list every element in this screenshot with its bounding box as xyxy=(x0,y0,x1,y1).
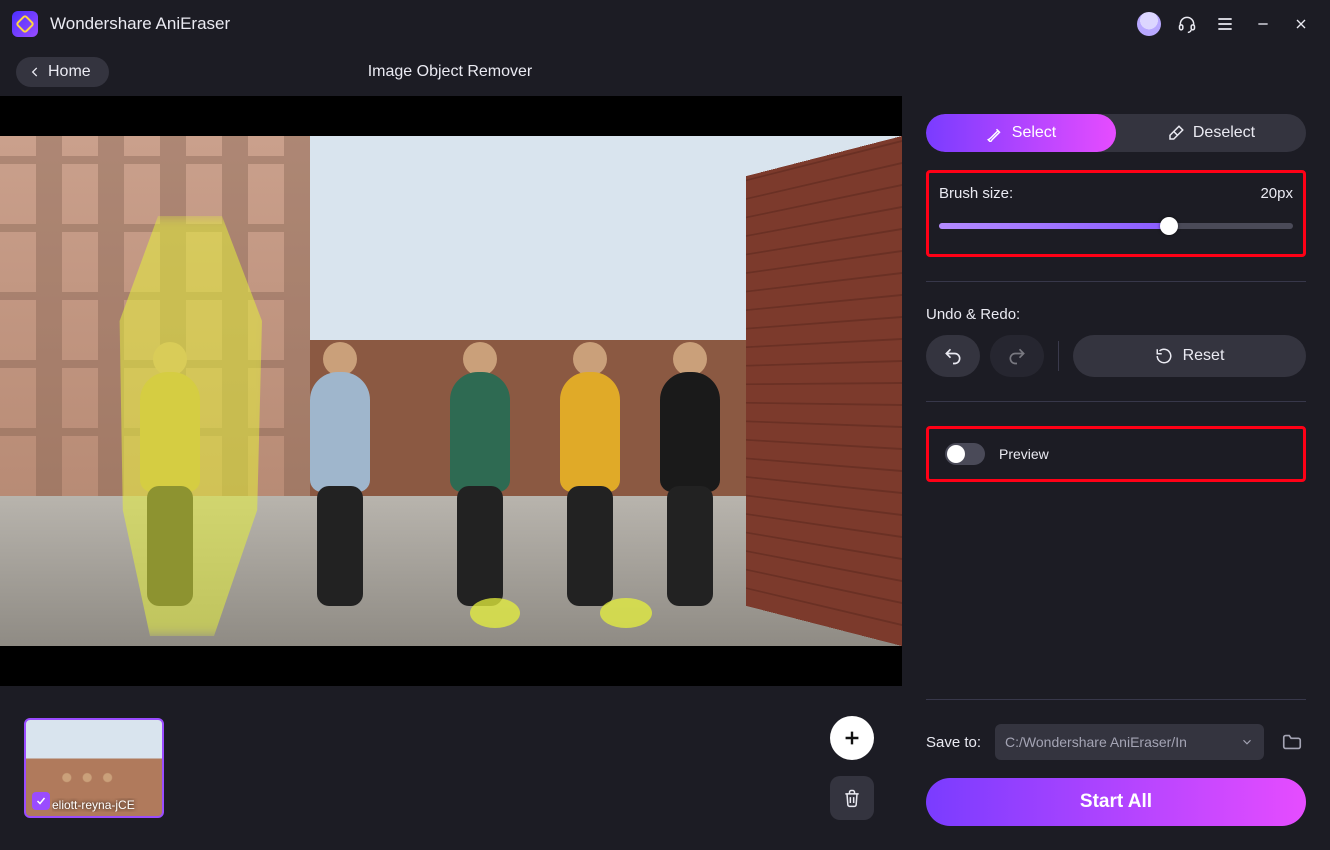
brush-size-highlight: Brush size: 20px xyxy=(926,170,1306,257)
reset-icon xyxy=(1155,347,1173,365)
close-icon xyxy=(1293,16,1309,32)
undo-redo-row: Reset xyxy=(926,335,1306,377)
slider-knob[interactable] xyxy=(1160,217,1178,235)
undo-button[interactable] xyxy=(926,335,980,377)
delete-image-button[interactable] xyxy=(830,776,874,820)
selection-spot xyxy=(470,598,520,628)
undo-icon xyxy=(943,346,963,366)
save-to-label: Save to: xyxy=(926,734,981,751)
chevron-down-icon xyxy=(1240,735,1254,749)
app-logo xyxy=(12,11,38,37)
home-button[interactable]: Home xyxy=(16,57,109,87)
preview-label: Preview xyxy=(999,446,1049,462)
brush-size-label: Brush size: xyxy=(939,185,1013,202)
slider-fill xyxy=(939,223,1169,229)
side-panel: Select Deselect Brush size: 20px Undo & … xyxy=(902,96,1330,850)
page-title: Image Object Remover xyxy=(0,63,900,81)
thumbnail-item[interactable]: eliott-reyna-jCE xyxy=(24,718,164,818)
mode-deselect-label: Deselect xyxy=(1193,124,1255,142)
app-name: Wondershare AniEraser xyxy=(50,14,230,34)
hamburger-icon xyxy=(1215,14,1235,34)
minimize-icon xyxy=(1255,16,1271,32)
reset-button[interactable]: Reset xyxy=(1073,335,1306,377)
trash-icon xyxy=(842,788,862,808)
save-path-select[interactable]: C:/Wondershare AniEraser/In xyxy=(995,724,1264,760)
avatar-button[interactable] xyxy=(1132,7,1166,41)
thumbnail-check[interactable] xyxy=(32,792,50,810)
preview-toggle[interactable] xyxy=(945,443,985,465)
support-button[interactable] xyxy=(1170,7,1204,41)
mode-select[interactable]: Select xyxy=(926,114,1116,152)
folder-icon xyxy=(1281,731,1303,753)
save-row: Save to: C:/Wondershare AniEraser/In xyxy=(926,724,1306,760)
headset-icon xyxy=(1177,14,1197,34)
selection-spot xyxy=(600,598,652,628)
menu-button[interactable] xyxy=(1208,7,1242,41)
workspace: eliott-reyna-jCE xyxy=(0,96,902,850)
avatar-icon xyxy=(1137,12,1161,36)
plus-icon xyxy=(841,727,863,749)
brush-icon xyxy=(986,124,1004,142)
brush-size-value: 20px xyxy=(1260,185,1293,202)
titlebar: Wondershare AniEraser xyxy=(0,0,1330,48)
mode-deselect[interactable]: Deselect xyxy=(1116,114,1306,152)
mode-segment: Select Deselect xyxy=(926,114,1306,152)
check-icon xyxy=(35,795,47,807)
mode-select-label: Select xyxy=(1012,124,1056,142)
reset-label: Reset xyxy=(1183,347,1225,365)
preview-highlight: Preview xyxy=(926,426,1306,482)
toolbar: Home Image Object Remover xyxy=(0,48,1330,96)
browse-folder-button[interactable] xyxy=(1278,728,1306,756)
save-path-value: C:/Wondershare AniEraser/In xyxy=(1005,734,1187,750)
start-all-button[interactable]: Start All xyxy=(926,778,1306,826)
canvas-area[interactable] xyxy=(0,96,902,686)
thumbnail-strip: eliott-reyna-jCE xyxy=(0,686,902,850)
window-close[interactable] xyxy=(1284,7,1318,41)
redo-button[interactable] xyxy=(990,335,1044,377)
canvas-image xyxy=(0,136,902,646)
redo-icon xyxy=(1007,346,1027,366)
thumbnail-filename: eliott-reyna-jCE xyxy=(52,798,158,812)
add-image-button[interactable] xyxy=(830,716,874,760)
eraser-icon xyxy=(1167,124,1185,142)
start-all-label: Start All xyxy=(1080,791,1152,813)
window-minimize[interactable] xyxy=(1246,7,1280,41)
chevron-left-icon xyxy=(28,65,42,79)
brush-size-slider[interactable] xyxy=(939,216,1293,236)
home-label: Home xyxy=(48,63,91,81)
undo-redo-label: Undo & Redo: xyxy=(926,306,1306,323)
